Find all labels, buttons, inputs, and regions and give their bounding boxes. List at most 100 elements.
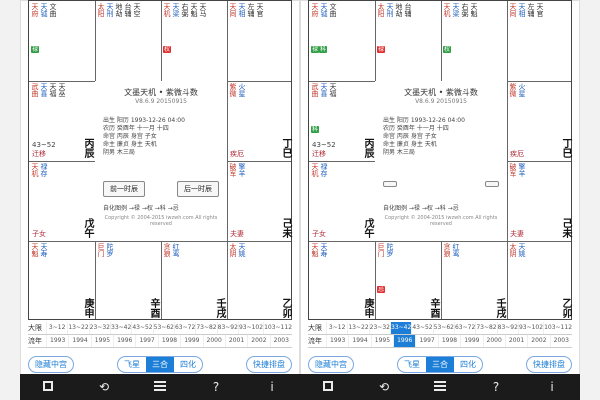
sihua-tab[interactable]: 四化 [174, 357, 202, 372]
liunian-cell[interactable]: 1994 [68, 335, 90, 347]
daxian-cell[interactable]: 53~62 [432, 322, 454, 334]
quick-chart-button[interactable]: 快捷排盘 [246, 355, 292, 373]
palace-cell[interactable]: 太阴 天姚 乙卯 [507, 241, 573, 321]
palace-cell[interactable]: 巨门 陀罗忌辛酉 [375, 241, 441, 321]
liunian-cell[interactable]: 1996 [393, 335, 416, 347]
liunian-cell[interactable]: 1997 [415, 335, 437, 347]
daxian-cell[interactable]: 13~22 [67, 322, 89, 334]
quick-chart-button[interactable]: 快捷排盘 [526, 355, 572, 373]
fly-star-tab[interactable]: 飞星 [398, 357, 426, 372]
pages-icon[interactable] [41, 380, 55, 394]
daxian-cell[interactable]: 13~22 [347, 322, 369, 334]
daxian-cell[interactable]: 63~72 [173, 322, 195, 334]
liunian-cell[interactable]: 2002 [527, 335, 549, 347]
daxian-cell[interactable]: 23~32 [88, 322, 110, 334]
palace-cell[interactable]: 天机 天梁 右弼 天魁 天马权 [161, 1, 227, 81]
daxian-cell[interactable]: 93~102 [517, 322, 543, 334]
help-icon[interactable]: ? [209, 380, 223, 394]
daxian-cell[interactable]: 73~82 [475, 322, 497, 334]
liunian-cell[interactable]: 1993 [46, 335, 68, 347]
palace-cell[interactable]: 破军 擎羊 夫妻 己未 [507, 161, 573, 241]
palace-cell[interactable]: 武曲 天喜 天福 天巫 43~52 迁移 丙辰 [29, 81, 95, 161]
palace-cell[interactable]: 天机 天梁 右弼 天魁权 [441, 1, 507, 81]
daxian-cell[interactable]: 43~52 [131, 322, 153, 334]
liunian-cell[interactable]: 2003 [549, 335, 572, 347]
next-hour-button[interactable] [485, 181, 499, 187]
info-icon[interactable]: i [265, 380, 279, 394]
prev-hour-button[interactable] [383, 181, 397, 187]
star-name: 天刑 [106, 3, 114, 17]
daxian-cell[interactable]: 43~52 [411, 322, 433, 334]
liunian-cell[interactable]: 1999 [460, 335, 482, 347]
sanhe-tab[interactable]: 三合 [426, 356, 454, 372]
palace-cell[interactable]: 巨门 陀罗 辛酉 [95, 241, 161, 321]
palace-cell[interactable]: 破军 擎羊 夫妻 己未 [227, 161, 293, 241]
palace-cell[interactable]: 天同 天相 左辅 天官 [227, 1, 293, 81]
liunian-cell[interactable]: 2002 [247, 335, 269, 347]
liunian-cell[interactable]: 1995 [90, 335, 113, 347]
palace-cell[interactable]: 天府 天钺 文曲禄科 [309, 1, 375, 81]
palace-cell[interactable]: 紫微 火星 疾厄 丁巳 [507, 81, 573, 161]
palace-cell[interactable]: 天魁 天寿 庚申 [29, 241, 95, 321]
hide-center-button[interactable]: 隐藏中宫 [28, 355, 74, 373]
liunian-cell[interactable]: 1998 [157, 335, 180, 347]
liunian-cell[interactable]: 1993 [326, 335, 348, 347]
daxian-cell[interactable]: 3~12 [46, 322, 67, 334]
palace-cell[interactable]: 天机 禄存 子女 戊午 [309, 161, 375, 241]
share-icon[interactable]: ⟲ [377, 380, 391, 394]
sihua-tab[interactable]: 四化 [454, 357, 482, 372]
palace-cell[interactable]: 太阳 天刑 地劫 台辅 天空 [95, 1, 161, 81]
palace-cell[interactable]: 天魁 天寿 庚申 [309, 241, 375, 321]
next-hour-button[interactable]: 后一时辰 [177, 181, 219, 197]
age-range: 43~52 [32, 141, 56, 149]
daxian-cell[interactable]: 23~32 [368, 322, 390, 334]
palace-cell[interactable]: 紫微 火星 疾厄 丁巳 [227, 81, 293, 161]
liunian-cell[interactable]: 1996 [113, 335, 135, 347]
star-name: 天寿 [320, 243, 328, 257]
pages-icon[interactable] [321, 380, 335, 394]
liunian-cell[interactable]: 2000 [202, 335, 225, 347]
daxian-cell[interactable]: 63~72 [453, 322, 475, 334]
star-name: 火星 [238, 83, 246, 97]
star-name: 巨门 [97, 243, 105, 257]
liunian-cell[interactable]: 1998 [437, 335, 460, 347]
daxian-cell[interactable]: 93~102 [237, 322, 263, 334]
sanhe-tab[interactable]: 三合 [146, 356, 174, 372]
share-icon[interactable]: ⟲ [97, 380, 111, 394]
palace-cell[interactable]: 天机 禄存 子女 戊午 [29, 161, 95, 241]
daxian-cell[interactable]: 53~62 [152, 322, 174, 334]
daxian-cell[interactable]: 83~92 [216, 322, 238, 334]
liunian-cell[interactable]: 1995 [370, 335, 393, 347]
daxian-cell[interactable]: 103~112 [543, 322, 572, 334]
star-list: 破军 擎羊 [229, 163, 291, 177]
info-icon[interactable]: i [545, 380, 559, 394]
menu-icon[interactable] [153, 380, 167, 394]
daxian-cell[interactable]: 33~42 [109, 322, 131, 334]
daxian-cell[interactable]: 83~92 [496, 322, 518, 334]
palace-cell[interactable]: 天同 天相 左辅 天官 [507, 1, 573, 81]
daxian-cell[interactable]: 33~42 [389, 322, 412, 334]
liunian-cell[interactable]: 2001 [224, 335, 247, 347]
star-list: 太阳 天刑 地劫 台辅 天空 [97, 3, 159, 17]
palace-cell[interactable]: 贪狼 红鸾 壬戌 [441, 241, 507, 321]
liunian-cell[interactable]: 1999 [180, 335, 202, 347]
palace-cell[interactable]: 贪狼 红鸾 壬戌 [161, 241, 227, 321]
liunian-cell[interactable]: 2000 [482, 335, 505, 347]
liunian-cell[interactable]: 1997 [135, 335, 157, 347]
daxian-cell[interactable]: 3~12 [326, 322, 347, 334]
palace-cell[interactable]: 天府 天钺 文曲禄 [29, 1, 95, 81]
help-icon[interactable]: ? [489, 380, 503, 394]
palace-cell[interactable]: 武曲 天喜 天福科 43~52 迁移 丙辰 [309, 81, 375, 161]
palace-cell[interactable]: 太阴 天姚 乙卯 [227, 241, 293, 321]
prev-hour-button[interactable]: 前一时辰 [103, 181, 145, 197]
menu-icon[interactable] [433, 380, 447, 394]
liunian-cell[interactable]: 1994 [348, 335, 370, 347]
palace-cell[interactable]: 太阳 天刑 地劫 台辅禄 [375, 1, 441, 81]
liunian-cell[interactable]: 2001 [504, 335, 527, 347]
hide-center-button[interactable]: 隐藏中宫 [308, 355, 354, 373]
liunian-cell[interactable]: 2003 [269, 335, 292, 347]
star-list: 巨门 陀罗 [97, 243, 159, 257]
daxian-cell[interactable]: 73~82 [195, 322, 217, 334]
fly-star-tab[interactable]: 飞星 [118, 357, 146, 372]
daxian-cell[interactable]: 103~112 [263, 322, 292, 334]
